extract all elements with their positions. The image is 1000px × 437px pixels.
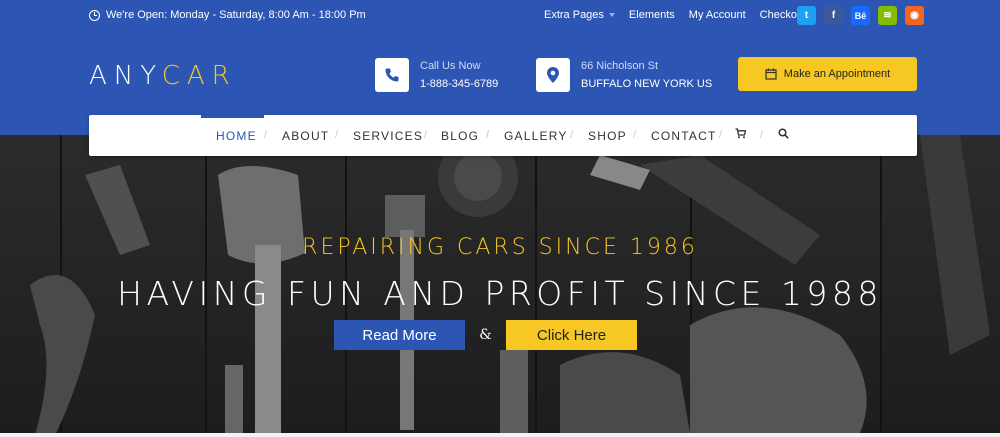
social-links: t f Bē ≋ ◉ bbox=[797, 6, 924, 25]
top-bar: We're Open: Monday - Saturday, 8:00 Am -… bbox=[0, 0, 1000, 32]
logo-text-accent: CAR bbox=[161, 61, 237, 91]
nav-separator: / bbox=[486, 129, 490, 141]
phone-info: Call Us Now 1-888-345-6789 bbox=[375, 57, 498, 93]
nav-separator: / bbox=[719, 129, 723, 141]
hero-buttons: Read More & Click Here bbox=[0, 320, 1000, 350]
nav-separator: / bbox=[570, 129, 574, 141]
main-navigation: HOME / ABOUT / SERVICES / BLOG / GALLERY… bbox=[89, 115, 917, 156]
make-appointment-label: Make an Appointment bbox=[783, 68, 891, 80]
search-icon[interactable] bbox=[778, 128, 789, 142]
rss-icon[interactable]: ◉ bbox=[905, 6, 924, 25]
top-link-elements[interactable]: Elements bbox=[629, 9, 675, 21]
address-text: 66 Nicholson St BUFFALO NEW YORK US bbox=[581, 57, 712, 93]
top-link-my-account[interactable]: My Account bbox=[689, 9, 746, 21]
phone-text: Call Us Now 1-888-345-6789 bbox=[420, 57, 498, 93]
spotify-icon[interactable]: ≋ bbox=[878, 6, 897, 25]
nav-separator: / bbox=[424, 129, 428, 141]
phone-label: Call Us Now bbox=[420, 60, 481, 72]
site-logo[interactable]: ANYCAR bbox=[89, 61, 237, 91]
nav-item-blog[interactable]: BLOG bbox=[441, 129, 479, 143]
bottom-strip bbox=[0, 433, 1000, 437]
nav-item-about[interactable]: ABOUT bbox=[282, 129, 329, 143]
nav-item-services[interactable]: SERVICES bbox=[353, 129, 423, 143]
click-here-button[interactable]: Click Here bbox=[506, 320, 637, 350]
button-separator: & bbox=[479, 327, 492, 343]
active-indicator bbox=[201, 115, 264, 118]
calendar-icon bbox=[765, 68, 777, 80]
facebook-icon[interactable]: f bbox=[824, 6, 843, 25]
location-pin-icon bbox=[536, 58, 570, 92]
nav-item-gallery[interactable]: GALLERY bbox=[504, 129, 568, 143]
nav-item-shop[interactable]: SHOP bbox=[588, 129, 627, 143]
hero-subtitle: REPAIRING CARS SINCE 1986 bbox=[302, 235, 698, 260]
chevron-down-icon bbox=[608, 13, 615, 18]
clock-icon bbox=[89, 9, 100, 21]
behance-icon[interactable]: Bē bbox=[851, 6, 870, 25]
nav-separator: / bbox=[335, 129, 339, 141]
address-line-2: BUFFALO NEW YORK US bbox=[581, 78, 713, 90]
logo-text-main: ANY bbox=[89, 61, 162, 91]
nav-separator: / bbox=[633, 129, 637, 141]
top-link-extra-pages[interactable]: Extra Pages bbox=[544, 9, 615, 21]
address-line-1: 66 Nicholson St bbox=[581, 60, 659, 72]
opening-hours: We're Open: Monday - Saturday, 8:00 Am -… bbox=[89, 9, 366, 21]
address-info: 66 Nicholson St BUFFALO NEW YORK US bbox=[536, 57, 712, 93]
make-appointment-button[interactable]: Make an Appointment bbox=[738, 57, 917, 91]
cart-icon[interactable] bbox=[735, 128, 747, 142]
hero-banner: REPAIRING CARS SINCE 1986 HAVING FUN AND… bbox=[0, 135, 1000, 433]
twitter-icon[interactable]: t bbox=[797, 6, 816, 25]
top-link-extra-pages-label: Extra Pages bbox=[544, 9, 604, 21]
nav-separator: / bbox=[264, 129, 268, 141]
phone-icon bbox=[375, 58, 409, 92]
nav-item-contact[interactable]: CONTACT bbox=[651, 129, 717, 143]
top-links: Extra Pages Elements My Account Checkout bbox=[544, 9, 806, 21]
phone-number[interactable]: 1-888-345-6789 bbox=[420, 75, 498, 93]
nav-item-home[interactable]: HOME bbox=[216, 129, 257, 143]
nav-separator: / bbox=[760, 129, 764, 141]
opening-hours-text: We're Open: Monday - Saturday, 8:00 Am -… bbox=[106, 9, 366, 21]
hero-title: HAVING FUN AND PROFIT SINCE 1988 bbox=[117, 274, 883, 313]
read-more-button[interactable]: Read More bbox=[334, 320, 465, 350]
